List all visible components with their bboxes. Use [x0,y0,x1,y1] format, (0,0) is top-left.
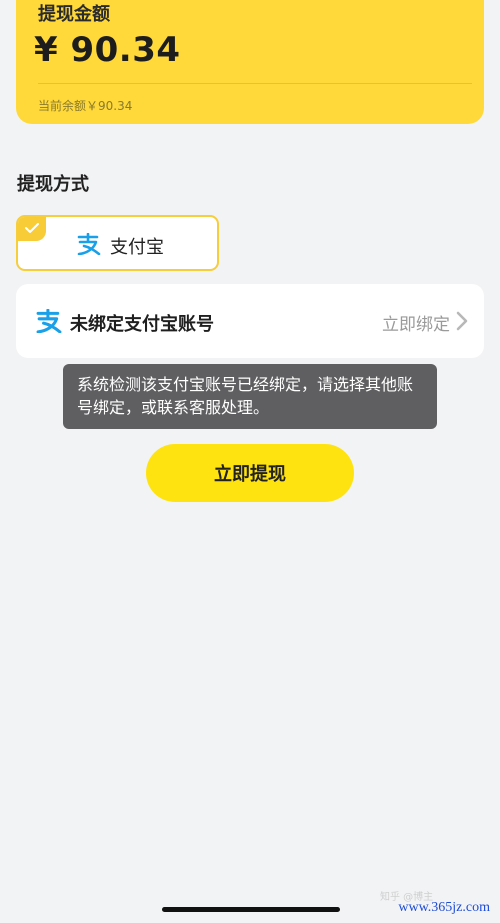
withdraw-amount-value: ¥ 90.34 [34,30,181,70]
toast-message: 系统检测该支付宝账号已经绑定，请选择其他账号绑定，或联系客服处理。 [63,364,437,429]
alipay-icon [76,232,102,259]
home-indicator[interactable] [162,907,340,912]
withdraw-now-button[interactable]: 立即提现 [146,444,354,502]
bind-alipay-account-row[interactable]: 未绑定支付宝账号 立即绑定 [16,284,484,358]
amount-divider [38,83,472,84]
withdraw-method-title: 提现方式 [17,174,89,195]
selected-check-icon [18,217,46,241]
alipay-icon [34,308,64,337]
bind-now-link[interactable]: 立即绑定 [382,310,450,335]
withdraw-amount-label: 提现金额 [38,4,110,25]
unbound-account-label: 未绑定支付宝账号 [70,314,214,335]
current-balance: 当前余额￥90.34 [38,99,133,113]
site-watermark: www.365jz.com [398,900,490,915]
alipay-option-label: 支付宝 [110,237,164,258]
chevron-right-icon [456,311,468,335]
withdraw-method-alipay-option[interactable]: 支付宝 [16,215,219,271]
